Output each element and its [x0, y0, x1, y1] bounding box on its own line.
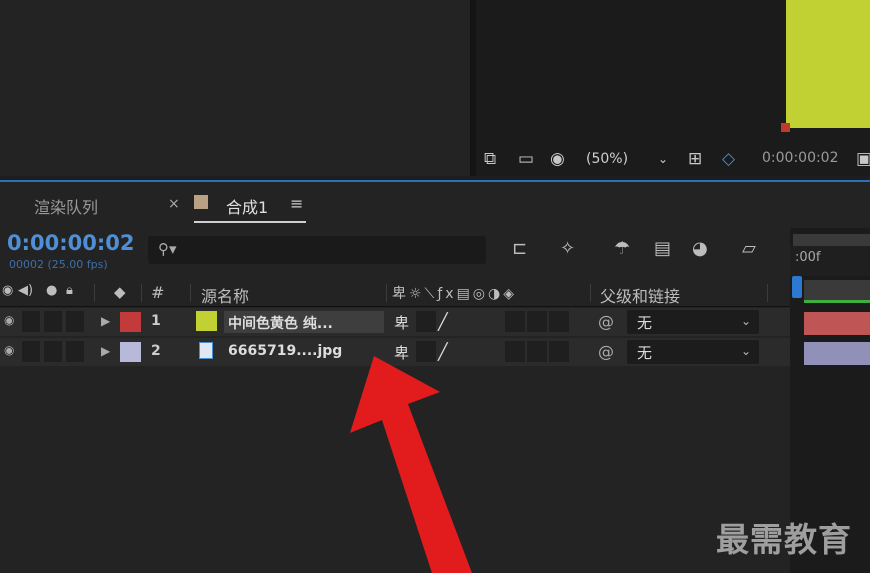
annotation-arrow — [350, 356, 472, 573]
watermark-text: 最需教育 — [716, 520, 852, 559]
